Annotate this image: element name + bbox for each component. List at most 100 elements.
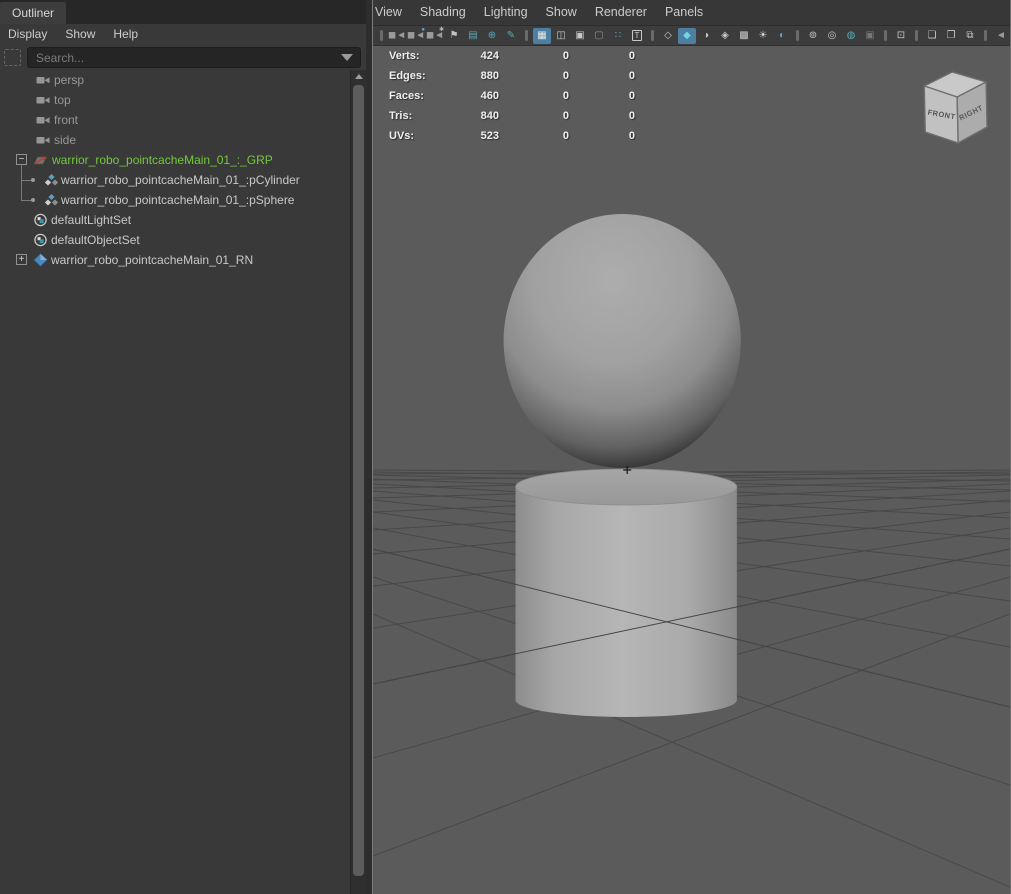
- outliner-item-defaultlightset[interactable]: defaultLightSet: [0, 210, 348, 230]
- lights-icon[interactable]: ☀: [754, 28, 772, 44]
- scrollbar-up-icon[interactable]: [351, 70, 366, 83]
- lights-icon-glyph: ☀: [759, 30, 768, 41]
- field-chart-icon[interactable]: ∷: [609, 28, 627, 44]
- wireframe-on-shaded-icon-glyph: ◈: [721, 30, 729, 41]
- viewport-capture-icon[interactable]: ⧉: [961, 28, 979, 44]
- depth-of-field-icon[interactable]: ▣: [861, 28, 879, 44]
- textured-icon-glyph: ◑: [703, 30, 709, 41]
- outliner-item-label: front: [54, 110, 78, 130]
- outliner-tab[interactable]: Outliner: [0, 2, 66, 24]
- depth-of-field-icon-glyph: ▣: [865, 30, 874, 41]
- camera-icon[interactable]: ◼◄: [388, 28, 406, 44]
- outliner-item-label: side: [54, 130, 76, 150]
- gate-mask-icon-glyph: ▢: [594, 30, 603, 41]
- outliner-item-defaultobjectset[interactable]: defaultObjectSet: [0, 230, 348, 250]
- image-plane-icon[interactable]: ▤: [464, 28, 482, 44]
- scrollbar-thumb[interactable]: [353, 85, 364, 876]
- grid-icon[interactable]: ▦: [533, 28, 551, 44]
- outliner-item-warrior-pcylinder[interactable]: warrior_robo_pointcacheMain_01_:pCylinde…: [0, 170, 348, 190]
- film-gate-icon[interactable]: ◫: [552, 28, 570, 44]
- outliner-menu-help[interactable]: Help: [104, 24, 147, 45]
- outliner-item-warrior-rn[interactable]: +warrior_robo_pointcacheMain_01_RN: [0, 250, 348, 270]
- poly-count-icon[interactable]: ❐: [942, 28, 960, 44]
- expand-icon[interactable]: +: [16, 254, 27, 265]
- toolbar-overflow-icon[interactable]: ◄: [992, 28, 1010, 44]
- viewport-menu-shading[interactable]: Shading: [411, 2, 475, 23]
- tree-bullet-icon: [31, 178, 35, 182]
- view-cube[interactable]: FRONT RIGHT: [924, 72, 987, 143]
- wireframe-icon[interactable]: ◇: [659, 28, 677, 44]
- tree-connector-horizontal: [21, 200, 31, 201]
- outliner-item-warrior-psphere[interactable]: warrior_robo_pointcacheMain_01_:pSphere: [0, 190, 348, 210]
- shadows-icon-glyph: ◐: [779, 30, 785, 41]
- hud-toggle-icon[interactable]: T: [628, 28, 646, 44]
- viewport-toolbar: ◼◄◼◄●◼◄✱⚑ ▤ ⊕ ✎ ▦◫ ▣ ▢ ∷ T ◇ ◆ ◑ ◈ ▩ ☀ ◐ ⊚◎◍ ▣ ⊡ ❏ ❐⧉ ◄: [373, 26, 1010, 46]
- viewport-menu-renderer[interactable]: Renderer: [586, 2, 656, 23]
- search-dropdown-icon[interactable]: [341, 54, 353, 61]
- camera-lock-icon-badge: ●: [421, 27, 425, 33]
- maya-window: Outliner DisplayShowHelp persptopfrontsi…: [0, 0, 1011, 894]
- resolution-gate-icon-glyph: ▣: [575, 30, 584, 41]
- toolbar-separator: [796, 30, 799, 41]
- toolbar-overflow-icon-glyph: ◄: [996, 30, 1006, 41]
- viewport-menu-bar: ViewShadingLightingShowRendererPanels: [373, 0, 1010, 26]
- camera-settings-icon-badge: ✱: [439, 27, 444, 33]
- search-field[interactable]: [27, 47, 361, 68]
- isolate-select-icon[interactable]: ⊡: [892, 28, 910, 44]
- transform-icon: [33, 153, 48, 167]
- shadows-icon[interactable]: ◐: [773, 28, 791, 44]
- viewport-menu-show[interactable]: Show: [537, 2, 586, 23]
- viewport-menu-lighting[interactable]: Lighting: [475, 2, 537, 23]
- viewport-panel: ViewShadingLightingShowRendererPanels ◼◄…: [372, 0, 1011, 894]
- outliner-scrollbar[interactable]: [350, 70, 366, 894]
- outliner-item-front[interactable]: front: [0, 110, 348, 130]
- textured-icon[interactable]: ◑: [697, 28, 715, 44]
- viewport-scene[interactable]: FRONT RIGHT Verts:42400Edges:88000Faces:…: [373, 46, 1010, 894]
- outliner-tree: persptopfrontside−warrior_robo_pointcach…: [0, 70, 348, 894]
- toolbar-separator: [984, 30, 987, 41]
- motion-blur-icon[interactable]: ◎: [823, 28, 841, 44]
- shaded-icon[interactable]: ◆: [678, 28, 696, 44]
- outliner-menu-display[interactable]: Display: [8, 24, 56, 45]
- bookmark-icon[interactable]: ⚑: [445, 28, 463, 44]
- object-details-icon[interactable]: ❏: [923, 28, 941, 44]
- image-plane-icon-glyph: ▤: [468, 30, 477, 41]
- outliner-item-persp[interactable]: persp: [0, 70, 348, 90]
- outliner-item-top[interactable]: top: [0, 90, 348, 110]
- camera-lock-icon[interactable]: ◼◄●: [407, 28, 425, 44]
- xray-icon[interactable]: ▩: [735, 28, 753, 44]
- toolbar-separator: [380, 30, 383, 41]
- tree-bullet-icon: [31, 198, 35, 202]
- toolbar-separator: [915, 30, 918, 41]
- outliner-item-side[interactable]: side: [0, 130, 348, 150]
- tree-connector-horizontal: [21, 180, 31, 181]
- outliner-tab-bar: Outliner: [0, 0, 366, 24]
- pan-zoom-icon[interactable]: ⊕: [483, 28, 501, 44]
- outliner-item-label: defaultObjectSet: [51, 230, 140, 250]
- grease-pencil-icon[interactable]: ✎: [502, 28, 520, 44]
- outliner-item-warrior-grp[interactable]: −warrior_robo_pointcacheMain_01_:_GRP: [0, 150, 348, 170]
- gate-mask-icon[interactable]: ▢: [590, 28, 608, 44]
- search-input[interactable]: [28, 51, 341, 65]
- outliner-item-label: top: [54, 90, 71, 110]
- hud-toggle-icon-glyph: T: [632, 30, 643, 41]
- outliner-item-label: warrior_robo_pointcacheMain_01_:pSphere: [61, 190, 294, 210]
- wireframe-icon-glyph: ◇: [664, 30, 672, 41]
- anti-aliasing-icon[interactable]: ◍: [842, 28, 860, 44]
- ambient-occlusion-icon[interactable]: ⊚: [804, 28, 822, 44]
- tree-connector-vertical: [21, 190, 22, 200]
- selection-filter-icon[interactable]: [4, 49, 21, 66]
- viewport-menu-view[interactable]: View: [375, 2, 411, 23]
- camera-icon: [36, 113, 51, 127]
- wireframe-on-shaded-icon[interactable]: ◈: [716, 28, 734, 44]
- toolbar-separator: [884, 30, 887, 41]
- viewport-background[interactable]: [373, 46, 1010, 894]
- mesh-icon: [44, 193, 59, 207]
- resolution-gate-icon[interactable]: ▣: [571, 28, 589, 44]
- object-details-icon-glyph: ❏: [928, 30, 937, 41]
- camera-settings-icon[interactable]: ◼◄✱: [426, 28, 444, 44]
- pan-zoom-icon-glyph: ⊕: [488, 30, 496, 41]
- collapse-icon[interactable]: −: [16, 154, 27, 165]
- viewport-menu-panels[interactable]: Panels: [656, 2, 712, 23]
- outliner-menu-show[interactable]: Show: [56, 24, 104, 45]
